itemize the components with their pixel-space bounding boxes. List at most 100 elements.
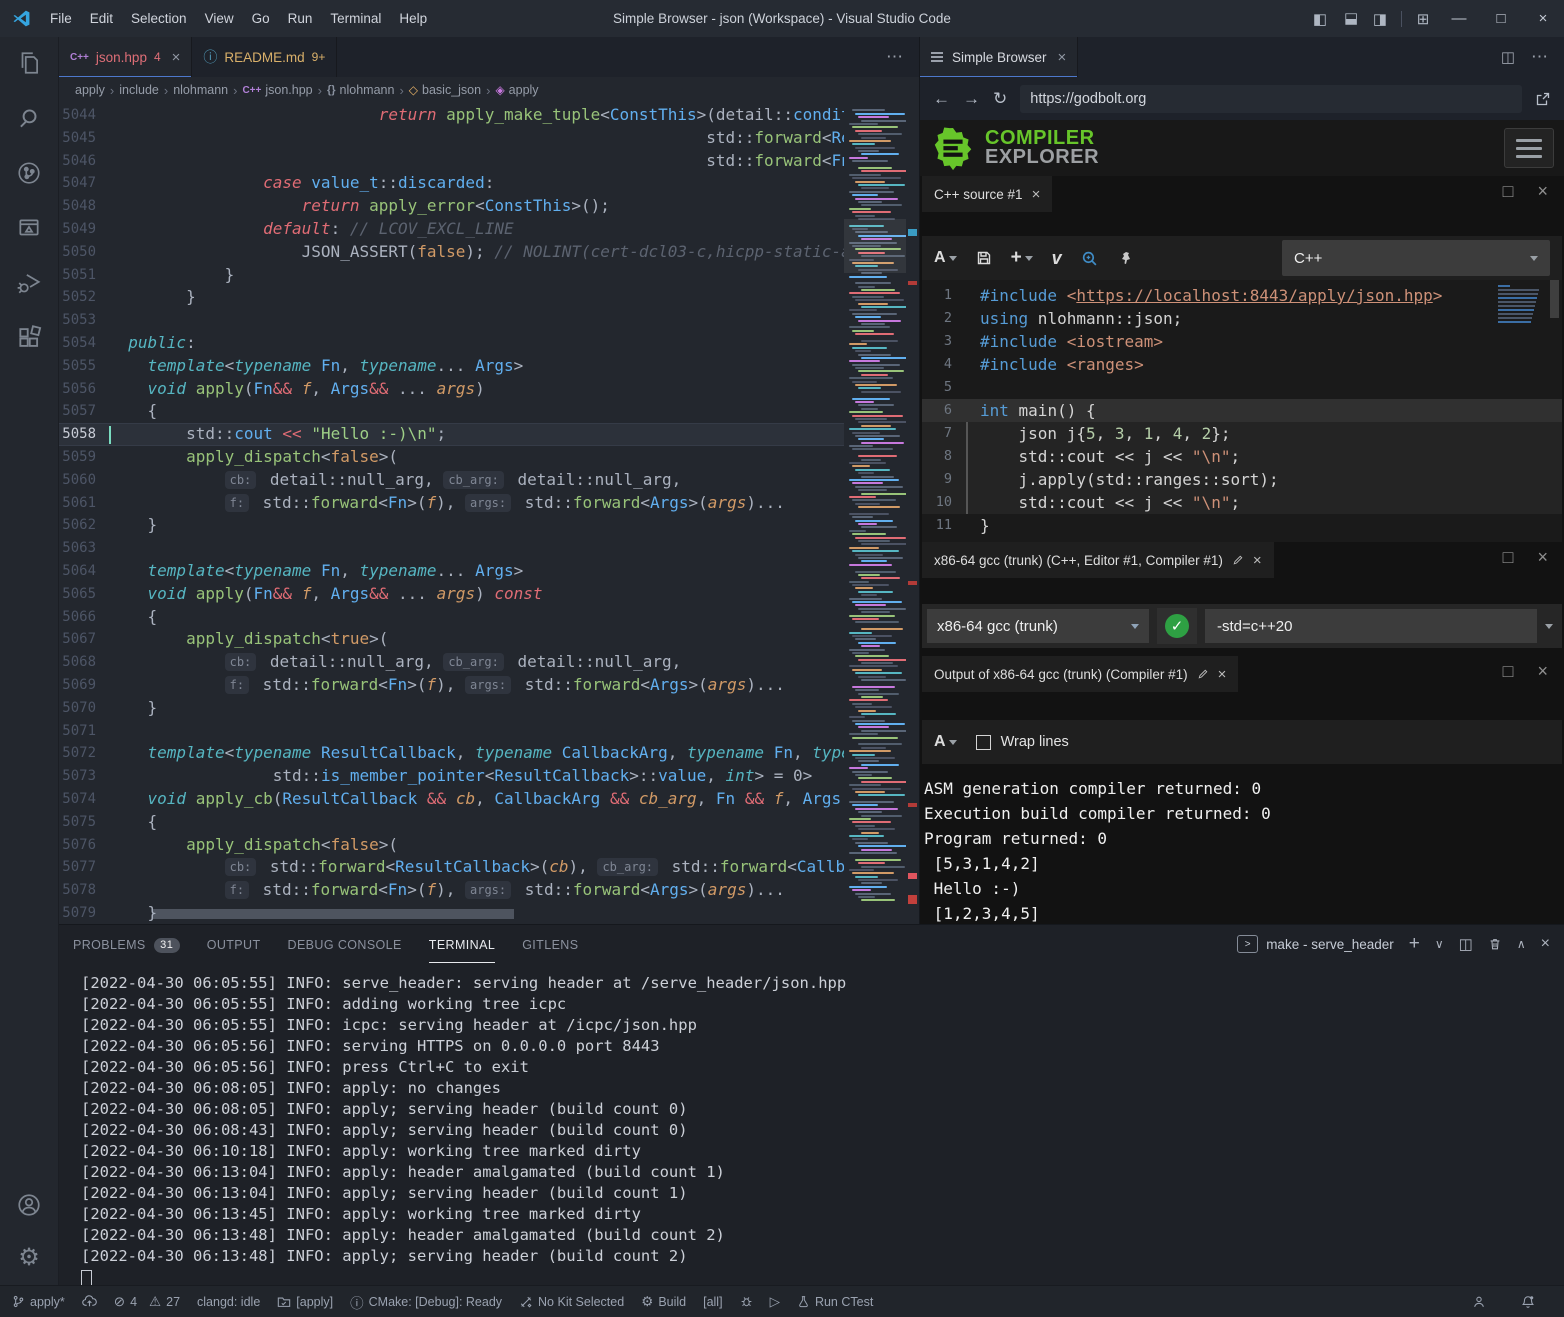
breadcrumb-item-nlohmann[interactable]: {}nlohmann xyxy=(327,83,394,97)
rename-pane-icon[interactable] xyxy=(1197,668,1209,680)
activity-window-alert-icon[interactable] xyxy=(16,214,42,242)
compiler-options-input[interactable]: -std=c++20 xyxy=(1205,609,1537,643)
breadcrumb-item-apply[interactable]: apply xyxy=(75,83,105,97)
minimap-slider[interactable] xyxy=(844,219,906,273)
url-input[interactable]: https://godbolt.org xyxy=(1020,85,1522,113)
search-zoom-icon[interactable] xyxy=(1081,250,1098,267)
minimize-button[interactable]: — xyxy=(1438,0,1480,37)
kill-terminal-icon[interactable] xyxy=(1488,937,1502,951)
breadcrumb-item-basic_json[interactable]: ◇basic_json xyxy=(409,83,481,97)
activity-account-icon[interactable] xyxy=(16,1191,42,1219)
status-item-feedback-icon[interactable] xyxy=(1472,1295,1486,1309)
editor-tab-README.md[interactable]: ⓘREADME.md9+ xyxy=(192,37,337,77)
editor-tab-json.hpp[interactable]: C++json.hpp4× xyxy=(59,37,192,77)
panel-tab-terminal[interactable]: TERMINAL xyxy=(429,925,495,963)
status-item-bell-icon[interactable] xyxy=(1521,1295,1535,1309)
compiler-select[interactable]: x86-64 gcc (trunk) xyxy=(927,609,1149,643)
status-item-clangd-idle[interactable]: clangd: idle xyxy=(197,1295,260,1309)
godbolt-scrollbar[interactable] xyxy=(1550,280,1559,318)
maximize-pane-icon[interactable]: □ xyxy=(1503,548,1514,566)
status-item-bug-icon[interactable] xyxy=(740,1295,753,1308)
terminal-output[interactable]: [2022-04-30 06:05:55] INFO: serve_header… xyxy=(59,963,1564,1285)
compiler-output[interactable]: ASM generation compiler returned: 0Execu… xyxy=(922,764,1562,924)
breadcrumb-item-nlohmann[interactable]: nlohmann xyxy=(173,83,228,97)
customize-layout-icon[interactable]: ⊞ xyxy=(1408,10,1438,28)
status-item-no-kit-selected[interactable]: No Kit Selected xyxy=(519,1295,624,1309)
status-item-build[interactable]: ⚙Build xyxy=(641,1294,686,1310)
activity-settings-gear-icon[interactable]: ⚙ xyxy=(18,1243,40,1271)
code-editor[interactable]: 5044 return apply_make_tuple<ConstThis>(… xyxy=(59,103,919,924)
quick-bench-icon[interactable] xyxy=(1117,250,1133,266)
panel-tab-gitlens[interactable]: GITLENS xyxy=(522,925,578,963)
back-icon[interactable]: ← xyxy=(933,89,950,109)
close-pane-icon[interactable]: × xyxy=(1253,552,1262,569)
tab-simple-browser[interactable]: Simple Browser × xyxy=(920,37,1078,77)
activity-extensions-icon[interactable] xyxy=(16,324,42,352)
status-item-play-icon[interactable]: ▷ xyxy=(770,1294,780,1310)
maximize-panel-icon[interactable]: ∧ xyxy=(1517,937,1526,951)
reload-icon[interactable]: ↻ xyxy=(993,89,1007,109)
menu-selection[interactable]: Selection xyxy=(122,6,196,31)
breadcrumb-item-json.hpp[interactable]: C++json.hpp xyxy=(242,83,312,97)
status-item-cmake-debug-ready[interactable]: ⓘCMake: [Debug]: Ready xyxy=(350,1292,502,1312)
terminal-dropdown-icon[interactable]: ∨ xyxy=(1435,937,1444,951)
status-item-4[interactable]: ⊘4⚠27 xyxy=(114,1294,180,1310)
output-pane-tab[interactable]: Output of x86-64 gcc (trunk) (Compiler #… xyxy=(922,656,1238,692)
maximize-pane-icon[interactable]: □ xyxy=(1503,662,1514,680)
panel-tab-debug-console[interactable]: DEBUG CONSOLE xyxy=(288,925,402,963)
save-icon[interactable] xyxy=(976,250,992,266)
close-button[interactable]: × xyxy=(1522,0,1564,37)
maximize-pane-icon[interactable]: □ xyxy=(1503,182,1514,200)
menu-edit[interactable]: Edit xyxy=(81,6,122,31)
menu-view[interactable]: View xyxy=(196,6,243,31)
activity-files-icon[interactable] xyxy=(16,49,42,77)
toggle-sidebar-icon[interactable]: ◧ xyxy=(1305,10,1335,28)
maximize-button[interactable]: □ xyxy=(1480,0,1522,37)
rename-pane-icon[interactable] xyxy=(1232,554,1244,566)
godbolt-source-editor[interactable]: 1#include <https://localhost:8443/apply/… xyxy=(922,280,1562,542)
status-item--apply-[interactable]: [apply] xyxy=(277,1295,333,1309)
font-size-icon[interactable]: A xyxy=(934,249,957,267)
split-terminal-icon[interactable]: ◫ xyxy=(1459,935,1473,953)
menu-run[interactable]: Run xyxy=(279,6,322,31)
open-external-icon[interactable] xyxy=(1535,91,1551,107)
status-item-run-ctest[interactable]: Run CTest xyxy=(797,1295,873,1309)
close-pane-icon[interactable]: × xyxy=(1032,186,1041,203)
close-tab-icon[interactable]: × xyxy=(1058,49,1067,66)
toggle-panel-icon[interactable]: ◧ xyxy=(1341,4,1359,34)
close-pane-icon[interactable]: × xyxy=(1537,182,1548,200)
language-select[interactable]: C++ xyxy=(1282,240,1550,276)
add-editor-icon[interactable]: + xyxy=(1011,247,1033,269)
status-item--all-[interactable]: [all] xyxy=(703,1295,722,1309)
activity-source-control-icon[interactable] xyxy=(16,159,42,187)
minimap[interactable] xyxy=(844,103,906,924)
status-item-apply-[interactable]: apply* xyxy=(12,1295,65,1309)
breadcrumb-item-apply[interactable]: ◈apply xyxy=(495,83,538,97)
compiler-explorer-logo-icon[interactable] xyxy=(930,125,976,171)
compiler-pane-tab[interactable]: x86-64 gcc (trunk) (C++, Editor #1, Comp… xyxy=(922,542,1274,578)
toggle-secondary-sidebar-icon[interactable]: ◨ xyxy=(1365,10,1395,28)
more-actions-icon[interactable]: ⋯ xyxy=(1531,47,1548,67)
close-panel-icon[interactable]: × xyxy=(1541,935,1550,953)
status-item-cloud-upload-icon[interactable] xyxy=(82,1294,97,1309)
close-pane-icon[interactable]: × xyxy=(1537,548,1548,566)
panel-tab-problems[interactable]: PROBLEMS31 xyxy=(73,925,180,963)
panel-tab-output[interactable]: OUTPUT xyxy=(207,925,261,963)
menu-file[interactable]: File xyxy=(41,6,81,31)
wrap-lines-checkbox[interactable]: Wrap lines xyxy=(976,734,1069,750)
new-terminal-icon[interactable]: + xyxy=(1409,933,1420,955)
split-editor-icon[interactable]: ◫ xyxy=(1501,48,1515,66)
activity-search-icon[interactable] xyxy=(16,104,42,132)
forward-icon[interactable]: → xyxy=(963,89,980,109)
horizontal-scrollbar[interactable] xyxy=(152,909,514,919)
activity-run-debug-icon[interactable] xyxy=(16,269,42,297)
terminal-instance-label[interactable]: make - serve_header xyxy=(1266,937,1394,952)
menu-go[interactable]: Go xyxy=(243,6,279,31)
options-dropdown-icon[interactable] xyxy=(1545,624,1553,629)
breadcrumb-item-include[interactable]: include xyxy=(119,83,159,97)
close-pane-icon[interactable]: × xyxy=(1218,666,1227,683)
close-pane-icon[interactable]: × xyxy=(1537,662,1548,680)
more-actions-icon[interactable]: ⋯ xyxy=(886,47,903,67)
close-tab-icon[interactable]: × xyxy=(172,49,181,66)
source-pane-tab[interactable]: C++ source #1 × xyxy=(922,176,1052,212)
